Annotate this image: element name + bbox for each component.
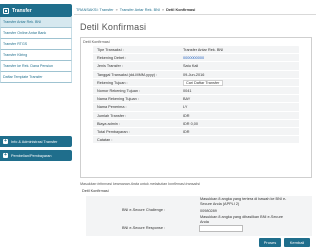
detail-row-rekening-debet: Rekening Debet : 0000000000	[93, 54, 299, 63]
expand-icon: +	[3, 152, 8, 158]
confirmation-panel: Detil Konfirmasi Tipe Transaksi : Transf…	[80, 37, 312, 178]
page-title: Detil Konfirmasi	[80, 22, 147, 32]
verify-section-title: Detil Konfirmasi	[82, 189, 109, 193]
sidebar-item-transfer-online[interactable]: Transfer Online Antar Bank	[0, 28, 72, 39]
response-label: BNI e-Secure Response :	[122, 226, 166, 230]
detail-value: IDR	[183, 129, 190, 134]
detail-value: Satu Kali	[183, 64, 199, 69]
sidebar-header-label: Transfer	[12, 7, 32, 14]
sidebar-header-transfer[interactable]: Transfer	[0, 4, 72, 17]
sidebar-item-transfer-rtgs[interactable]: Transfer RTGS	[0, 39, 72, 50]
breadcrumb: TRANSAKSI: Transfer » Transfer Antar Rek…	[76, 8, 195, 12]
detail-value: IDR 0,00	[183, 121, 198, 126]
sidebar-item-daftar-template[interactable]: Daftar Template Transfer	[0, 72, 72, 83]
submit-button[interactable]: Proses	[259, 238, 281, 247]
detail-label: Nomor Rekening Tujuan :	[97, 88, 141, 93]
esecure-response-input[interactable]	[199, 225, 243, 232]
detail-value: BAY	[183, 97, 191, 102]
detail-label: Nama Rekening Tujuan :	[97, 97, 139, 102]
breadcrumb-separator: »	[161, 8, 165, 12]
sidebar: Transfer Transfer Antar Rek. BNI Transfe…	[0, 0, 72, 248]
detail-label: Nama Penerima :	[97, 105, 127, 110]
detail-row-jumlah-transfer: Jumlah Transfer : IDR	[93, 112, 299, 120]
detail-value: 0041	[183, 88, 192, 93]
sidebar-item-transfer-dana-pensiun[interactable]: Transfer ke Rek. Dana Pensiun	[0, 61, 72, 72]
detail-label: Catatan :	[97, 138, 113, 143]
detail-label: Tipe Transaksi :	[97, 48, 124, 52]
detail-row-tipe-transaksi: Tipe Transaksi : Transfer Antar Rek. BNI	[93, 46, 299, 55]
challenge-instruction: Masukkan 8 angka yang tertera di bawah k…	[200, 197, 287, 206]
detail-value: 0000000000	[183, 56, 205, 61]
detail-table: Tipe Transaksi : Transfer Antar Rek. BNI…	[93, 46, 299, 145]
detail-row-biaya-admin: Biaya admin : IDR 0,00	[93, 120, 299, 128]
detail-value: Cari Daftar Transfer	[183, 79, 223, 86]
esecure-panel: Masukkan 8 angka yang tertera di bawah k…	[86, 196, 312, 236]
challenge-label: BNI e-Secure Challenge :	[122, 208, 166, 212]
expand-icon: +	[3, 138, 8, 144]
sidebar-group-label: Pembelian/Pembayaran	[11, 153, 52, 158]
detail-row-nama-rekening: Nama Rekening Tujuan : BAY	[93, 95, 299, 104]
detail-row-nomor-rekening: Nomor Rekening Tujuan : 0041	[93, 87, 299, 96]
sidebar-group-info-administrasi[interactable]: + Info & Administrasi Transfer	[0, 136, 72, 147]
sidebar-group-label: Info & Administrasi Transfer	[11, 139, 58, 144]
panel-title: Detil Konfirmasi	[83, 40, 110, 44]
breadcrumb-link-transfer-bni[interactable]: Transfer Antar Rek. BNI	[120, 8, 160, 12]
detail-row-jenis-transfer: Jenis Transfer : Satu Kali	[93, 62, 299, 71]
detail-label: Rekening Debet :	[97, 56, 127, 61]
sidebar-group-pembelian[interactable]: + Pembelian/Pembayaran	[0, 150, 72, 161]
main-content: TRANSAKSI: Transfer » Transfer Antar Rek…	[74, 0, 320, 248]
breadcrumb-separator: »	[115, 8, 118, 12]
response-instruction: Masukkan 8 angka yang dihasilkan BNI e-S…	[200, 215, 283, 224]
detail-row-rekening-tujuan: Rekening Tujuan : Cari Daftar Transfer	[93, 79, 299, 87]
sidebar-sub-list: Transfer Antar Rek. BNI Transfer Online …	[0, 17, 72, 83]
detail-row-tanggal-transaksi: Tanggal Transaksi (dd-MMM-yyyy) : 09-Jun…	[93, 71, 299, 79]
breadcrumb-current: Detil Konfirmasi	[166, 8, 196, 12]
detail-label: Rekening Tujuan :	[97, 80, 128, 85]
divider	[74, 14, 316, 15]
sidebar-item-transfer-kliring[interactable]: Transfer Kliring	[0, 50, 72, 61]
detail-row-total-pembayaran: Total Pembayaran : IDR	[93, 128, 299, 137]
detail-label: Jenis Transfer :	[97, 64, 123, 69]
detail-value: Transfer Antar Rek. BNI	[183, 48, 224, 52]
detail-row-catatan: Catatan :	[93, 136, 299, 145]
detail-label: Jumlah Transfer :	[97, 113, 127, 118]
challenge-code: 00980289	[200, 209, 217, 213]
detail-value: 09-Jun-2016	[183, 72, 205, 77]
detail-value: IDR	[183, 113, 190, 118]
detail-label: Biaya admin :	[97, 121, 121, 126]
back-button[interactable]: Kembali	[284, 238, 310, 247]
detail-row-nama-penerima: Nama Penerima : LY	[93, 103, 299, 112]
menu-icon	[3, 7, 9, 14]
security-note: Masukkan informasi keamanan Anda untuk m…	[80, 182, 200, 186]
detail-label: Tanggal Transaksi (dd-MMM-yyyy) :	[97, 72, 158, 77]
sidebar-item-transfer-antar-rek-bni[interactable]: Transfer Antar Rek. BNI	[0, 17, 72, 28]
detail-value: LY	[183, 105, 188, 110]
breadcrumb-root: TRANSAKSI: Transfer	[76, 8, 114, 12]
detail-label: Total Pembayaran :	[97, 129, 130, 134]
